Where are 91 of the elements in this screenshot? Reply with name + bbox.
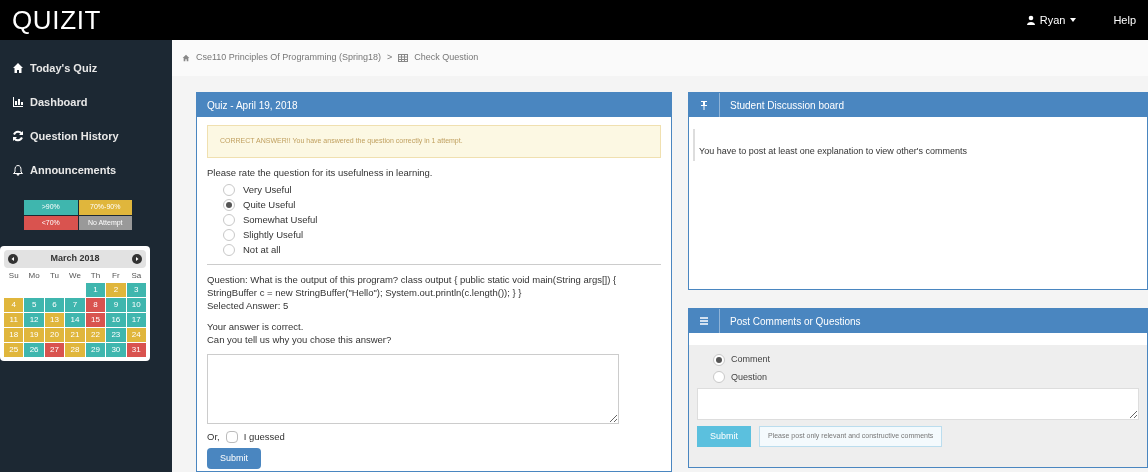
help-link[interactable]: Help bbox=[1113, 11, 1136, 29]
calendar-day[interactable]: 18 bbox=[4, 328, 24, 342]
panel-title: Post Comments or Questions bbox=[729, 314, 861, 329]
feedback-text: Your answer is correct. bbox=[207, 319, 305, 333]
calendar-day[interactable]: 22 bbox=[85, 328, 106, 342]
selected-answer: Selected Answer: 5 bbox=[207, 298, 290, 312]
radio-label: Very Useful bbox=[243, 182, 292, 197]
home-icon bbox=[12, 62, 24, 74]
calendar-day[interactable]: 31 bbox=[126, 343, 146, 357]
guessed-checkbox[interactable] bbox=[225, 430, 238, 443]
calendar-day[interactable]: 17 bbox=[126, 313, 146, 327]
or-label: Or, bbox=[207, 429, 220, 444]
calendar-day[interactable]: 4 bbox=[4, 298, 24, 312]
submit-button[interactable]: Submit bbox=[697, 426, 751, 447]
submit-button[interactable]: Submit bbox=[207, 448, 261, 469]
calendar-day[interactable]: 30 bbox=[106, 343, 126, 357]
question-text: Question: What is the output of this program? class output { public static void main(String args[]) { StringBuffer c = new StringBuffer("Hello"); System.out.println(c.length()); } } bbox=[207, 272, 618, 299]
calendar-month: March 2018 bbox=[50, 252, 100, 266]
comment-field[interactable] bbox=[697, 388, 1139, 420]
breadcrumb-separator: > bbox=[386, 51, 393, 65]
radio-button[interactable] bbox=[223, 183, 235, 196]
calendar-day[interactable]: 16 bbox=[106, 313, 126, 327]
radio-button[interactable] bbox=[223, 198, 235, 211]
app-logo: QUIZIT bbox=[12, 3, 102, 37]
sidebar-item[interactable]: Question History bbox=[0, 120, 172, 152]
calendar-day[interactable]: 15 bbox=[85, 313, 106, 327]
weekday-label: Sa bbox=[130, 270, 143, 282]
calendar-day[interactable]: 23 bbox=[106, 328, 126, 342]
weekday-label: Mo bbox=[27, 270, 41, 282]
calendar-day[interactable]: 20 bbox=[44, 328, 65, 342]
home-icon bbox=[182, 54, 190, 62]
calendar-day[interactable]: 8 bbox=[85, 298, 106, 312]
radio-label: Somewhat Useful bbox=[243, 212, 318, 227]
pin-icon bbox=[699, 100, 709, 110]
weekday-label: Su bbox=[7, 270, 20, 282]
sidebar-item[interactable]: Dashboard bbox=[0, 86, 172, 118]
explanation-field[interactable] bbox=[207, 353, 619, 424]
radio-label: Question bbox=[731, 370, 768, 384]
radio-label: Slightly Useful bbox=[243, 227, 304, 242]
radio-button[interactable] bbox=[713, 353, 725, 366]
calendar-day[interactable]: 1 bbox=[85, 283, 106, 297]
calendar-day[interactable]: 24 bbox=[126, 328, 146, 342]
bar-chart-icon bbox=[12, 96, 24, 108]
prev-icon[interactable] bbox=[8, 254, 18, 264]
calendar-day[interactable]: 5 bbox=[24, 298, 44, 312]
calendar-day[interactable]: 3 bbox=[126, 283, 146, 297]
radio-button[interactable] bbox=[223, 243, 235, 256]
calendar-day[interactable]: 9 bbox=[106, 298, 126, 312]
table-icon bbox=[398, 54, 409, 62]
radio-button[interactable] bbox=[223, 228, 235, 241]
breadcrumb-link[interactable]: Cse110 Principles Of Programming (Spring18) bbox=[196, 51, 381, 65]
calendar-day[interactable]: 6 bbox=[44, 298, 65, 312]
radio-label: Quite Useful bbox=[243, 197, 296, 212]
sidebar-item[interactable]: Announcements bbox=[0, 154, 172, 186]
user-icon bbox=[1025, 15, 1036, 25]
weekday-label: Tu bbox=[49, 270, 61, 282]
calendar-day[interactable]: 26 bbox=[24, 343, 44, 357]
calendar-day[interactable]: 7 bbox=[65, 298, 85, 312]
calendar-day[interactable]: 28 bbox=[65, 343, 85, 357]
next-icon[interactable] bbox=[132, 254, 142, 264]
radio-label: Comment bbox=[731, 353, 770, 366]
breadcrumb-current: Check Question bbox=[414, 51, 479, 65]
bell-icon bbox=[12, 164, 24, 176]
calendar-day[interactable]: 29 bbox=[85, 343, 106, 357]
caret-icon bbox=[1069, 16, 1078, 24]
weekday-label: We bbox=[68, 270, 82, 282]
panel-title: Student Discussion board bbox=[729, 98, 844, 113]
calendar-day[interactable]: 11 bbox=[4, 313, 24, 327]
rating-prompt: Please rate the question for its usefulness in learning. bbox=[207, 165, 434, 180]
weekday-label: Th bbox=[89, 270, 102, 282]
list-icon bbox=[699, 316, 709, 326]
calendar-day[interactable]: 25 bbox=[4, 343, 24, 357]
discussion-message: You have to post at least one explanation to view other's comments bbox=[699, 146, 968, 156]
why-prompt: Can you tell us why you chose this answer? bbox=[207, 332, 393, 346]
refresh-icon bbox=[12, 130, 24, 142]
calendar-day[interactable]: 10 bbox=[126, 298, 146, 312]
radio-button[interactable] bbox=[713, 371, 725, 384]
guessed-label: I guessed bbox=[243, 429, 285, 444]
panel-title: Quiz - April 19, 2018 bbox=[207, 98, 298, 113]
calendar-day[interactable]: 14 bbox=[65, 313, 85, 327]
sidebar-item[interactable]: Today's Quiz bbox=[0, 52, 172, 84]
calendar-day[interactable]: 2 bbox=[106, 283, 126, 297]
calendar-day[interactable]: 27 bbox=[44, 343, 65, 357]
weekday-label: Fr bbox=[111, 270, 121, 282]
radio-button[interactable] bbox=[223, 213, 235, 226]
calendar-day[interactable]: 19 bbox=[24, 328, 44, 342]
calendar-day[interactable]: 13 bbox=[44, 313, 65, 327]
user-menu[interactable]: Ryan bbox=[1039, 11, 1066, 29]
calendar-day[interactable]: 12 bbox=[24, 313, 44, 327]
radio-label: Not at all bbox=[243, 242, 281, 257]
calendar-day[interactable]: 21 bbox=[65, 328, 85, 342]
